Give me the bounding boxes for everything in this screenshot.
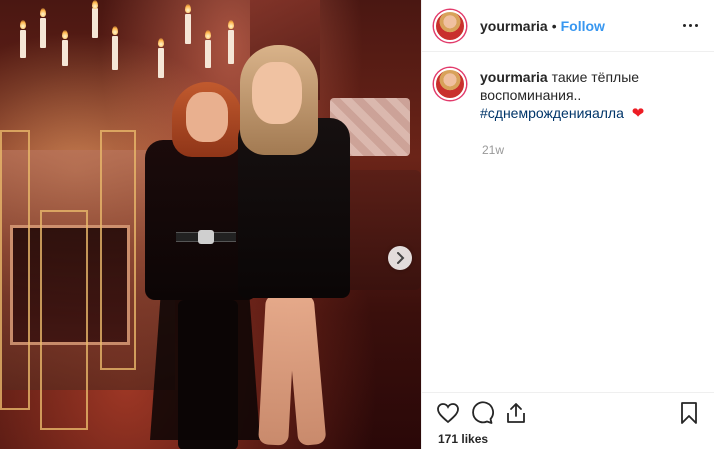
person-right-face: [252, 62, 302, 124]
action-bar: [422, 392, 714, 432]
candle-stand: [40, 210, 88, 430]
post-time[interactable]: 21w: [482, 143, 714, 157]
share-button[interactable]: [502, 399, 530, 427]
candle-stand: [0, 130, 30, 410]
follow-button[interactable]: Follow: [561, 18, 605, 34]
post-header: yourmaria • Follow: [422, 0, 714, 52]
bookmark-icon: [681, 401, 697, 424]
person-left-skirt: [150, 290, 260, 440]
candle-stand: [100, 130, 136, 370]
heart-emoji: ❤: [631, 105, 645, 122]
chair: [345, 170, 421, 290]
post-sidebar: yourmaria • Follow yourmaria такие тёплы…: [421, 0, 714, 449]
post-photo[interactable]: [0, 0, 421, 449]
save-button[interactable]: [675, 399, 703, 427]
heart-icon: [437, 402, 459, 423]
post-username[interactable]: yourmaria: [480, 18, 548, 34]
more-options-icon[interactable]: [679, 20, 702, 31]
comment-icon: [472, 400, 494, 424]
likes-count[interactable]: 171 likes: [438, 432, 488, 446]
person-left-face: [186, 92, 228, 142]
comment-button[interactable]: [468, 399, 496, 427]
avatar[interactable]: [434, 68, 466, 100]
carousel-next-button[interactable]: [388, 246, 412, 270]
chevron-right-icon: [397, 252, 405, 264]
belt-buckle: [198, 230, 214, 244]
share-icon: [507, 402, 525, 423]
person-right-leg: [285, 294, 327, 446]
caption: yourmaria такие тёплые воспоминания.. #с…: [422, 52, 714, 123]
caption-username[interactable]: yourmaria: [480, 69, 548, 85]
like-button[interactable]: [434, 399, 462, 427]
separator-dot: •: [551, 17, 557, 34]
caption-text: yourmaria такие тёплые воспоминания.. #с…: [480, 68, 680, 123]
hashtag-link[interactable]: #сднемрожденияалла: [480, 105, 624, 121]
avatar[interactable]: [434, 9, 466, 42]
